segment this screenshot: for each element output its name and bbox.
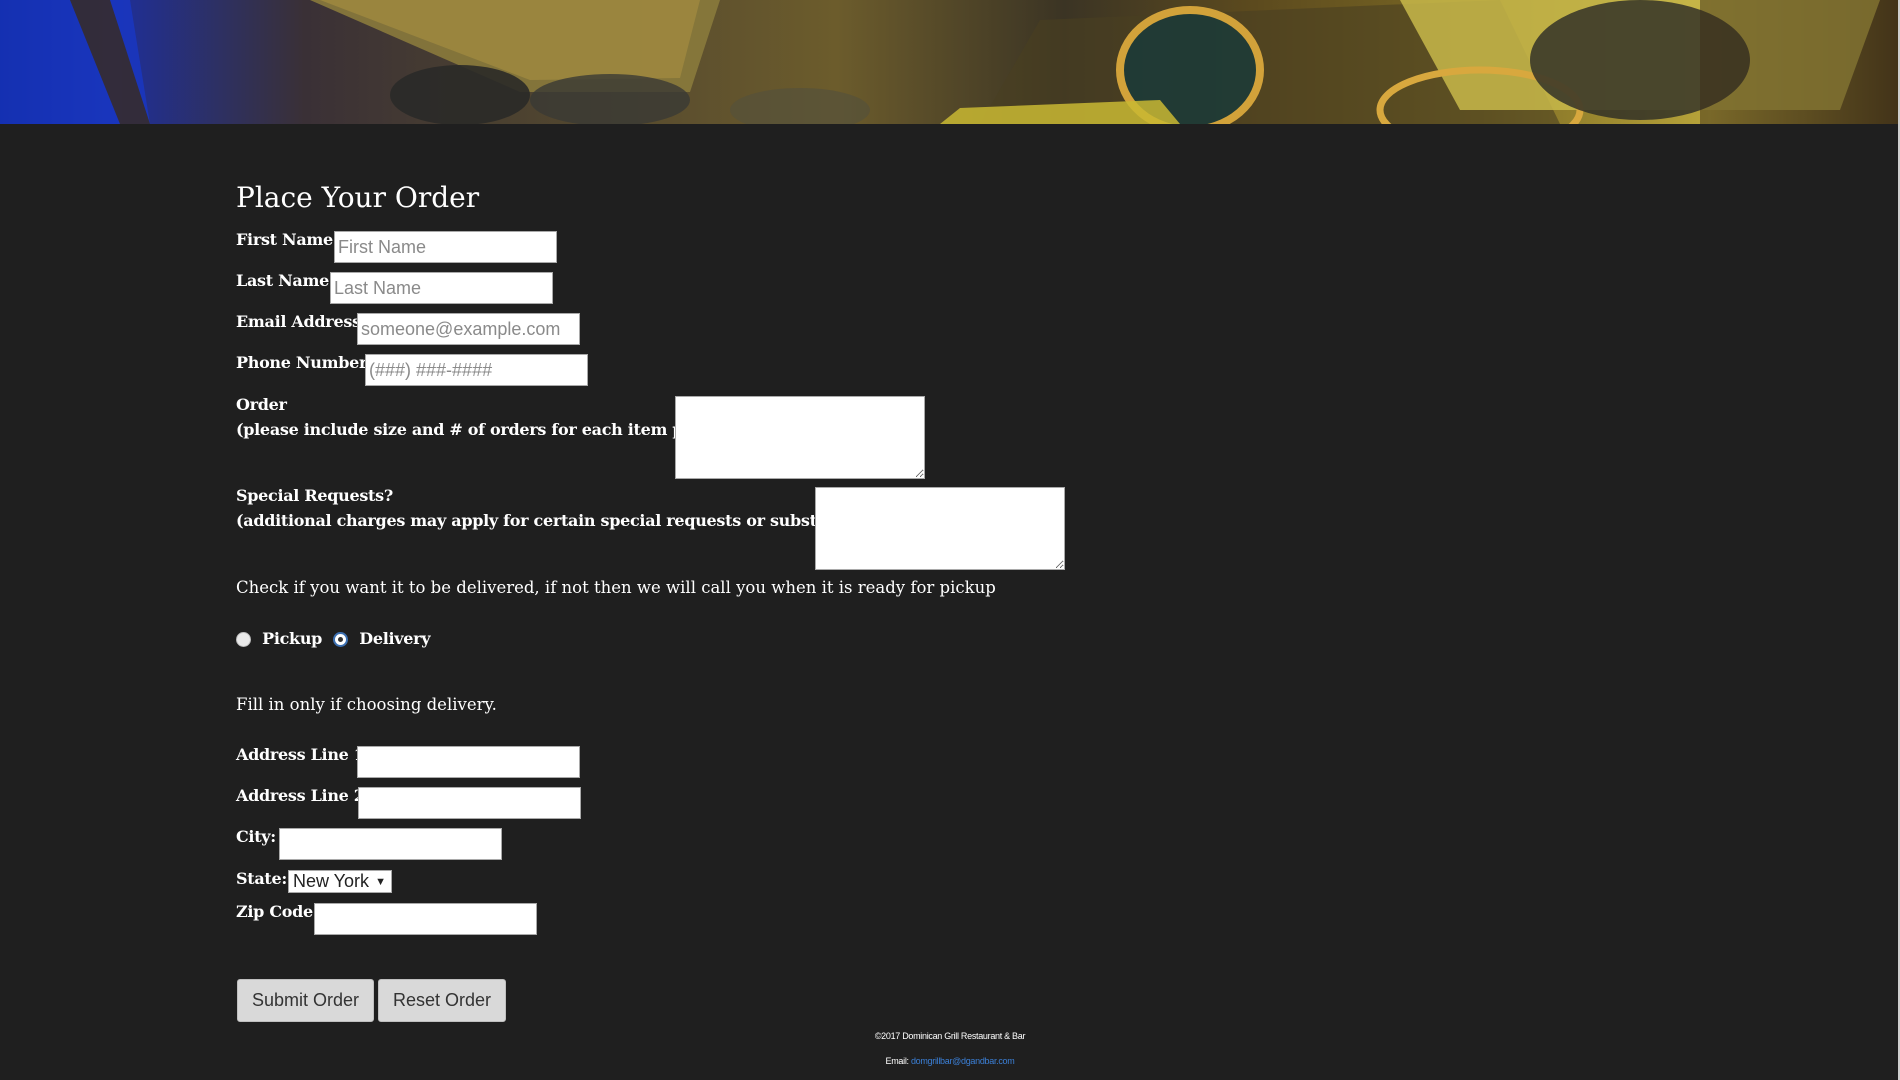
address1-row: Address Line 1: [236, 745, 371, 764]
order-hint: (please include size and # of orders for… [236, 420, 735, 439]
first-name-label: First Name: [236, 230, 339, 249]
pickup-label: Pickup [262, 629, 323, 648]
address2-label: Address Line 2: [236, 786, 371, 805]
email-row: Email Address: [236, 312, 367, 331]
delivery-instruction: Check if you want it to be delivered, if… [236, 578, 996, 597]
special-requests-textarea[interactable] [815, 487, 1065, 570]
city-input[interactable] [279, 828, 502, 860]
last-name-label: Last Name: [236, 271, 335, 290]
special-requests-hint: (additional charges may apply for certai… [236, 511, 892, 530]
page-title: Place Your Order [236, 181, 480, 214]
order-textarea[interactable] [675, 396, 925, 479]
address2-input[interactable] [358, 787, 581, 819]
address2-row: Address Line 2: [236, 786, 371, 805]
zip-input[interactable] [314, 903, 537, 935]
email-label: Email Address: [236, 312, 367, 331]
reset-order-button[interactable]: Reset Order [378, 979, 506, 1022]
email-input[interactable] [357, 313, 580, 345]
delivery-label: Delivery [359, 629, 431, 648]
last-name-input[interactable] [330, 272, 553, 304]
phone-input[interactable] [365, 354, 588, 386]
footer-email-label: Email: [885, 1056, 910, 1066]
phone-label: Phone Number: [236, 353, 373, 372]
phone-row: Phone Number: [236, 353, 373, 372]
footer-copyright: ©2017 Dominican Grill Restaurant & Bar [0, 1031, 1900, 1041]
city-label: City: [236, 827, 276, 846]
footer-email-link[interactable]: domgrillbar@dgandbar.com [911, 1056, 1015, 1066]
header-banner-image [0, 0, 1900, 124]
delivery-note: Fill in only if choosing delivery. [236, 695, 497, 714]
copyright-text: ©2017 Dominican Grill Restaurant & Bar [874, 1031, 1026, 1041]
submit-order-button[interactable]: Submit Order [237, 979, 374, 1022]
city-row: City: [236, 827, 276, 846]
special-hint-row: (additional charges may apply for certai… [236, 511, 892, 530]
fulfillment-radio-group: Pickup Delivery [236, 629, 431, 648]
delivery-radio[interactable] [333, 632, 349, 647]
page: Place Your Order First Name: Last Name: … [0, 0, 1900, 1080]
first-name-row: First Name: [236, 230, 339, 249]
state-row: State: [236, 869, 287, 888]
state-select[interactable]: New York ▼ [288, 870, 392, 893]
first-name-input[interactable] [334, 231, 557, 263]
order-hint-row: (please include size and # of orders for… [236, 420, 735, 439]
order-label-row: Order [236, 395, 287, 414]
address1-input[interactable] [357, 746, 580, 778]
order-label: Order [236, 395, 287, 414]
footer-email: Email: domgrillbar@dgandbar.com [0, 1056, 1900, 1066]
address1-label: Address Line 1: [236, 745, 371, 764]
chevron-down-icon: ▼ [375, 876, 386, 888]
zip-label: Zip Code: [236, 902, 319, 921]
state-label: State: [236, 869, 287, 888]
last-name-row: Last Name: [236, 271, 335, 290]
pickup-radio[interactable] [236, 632, 251, 647]
state-select-value: New York [293, 871, 370, 891]
banner-illustration [0, 0, 1900, 124]
special-label-row: Special Requests? [236, 486, 393, 505]
zip-row: Zip Code: [236, 902, 319, 921]
special-requests-label: Special Requests? [236, 486, 393, 505]
